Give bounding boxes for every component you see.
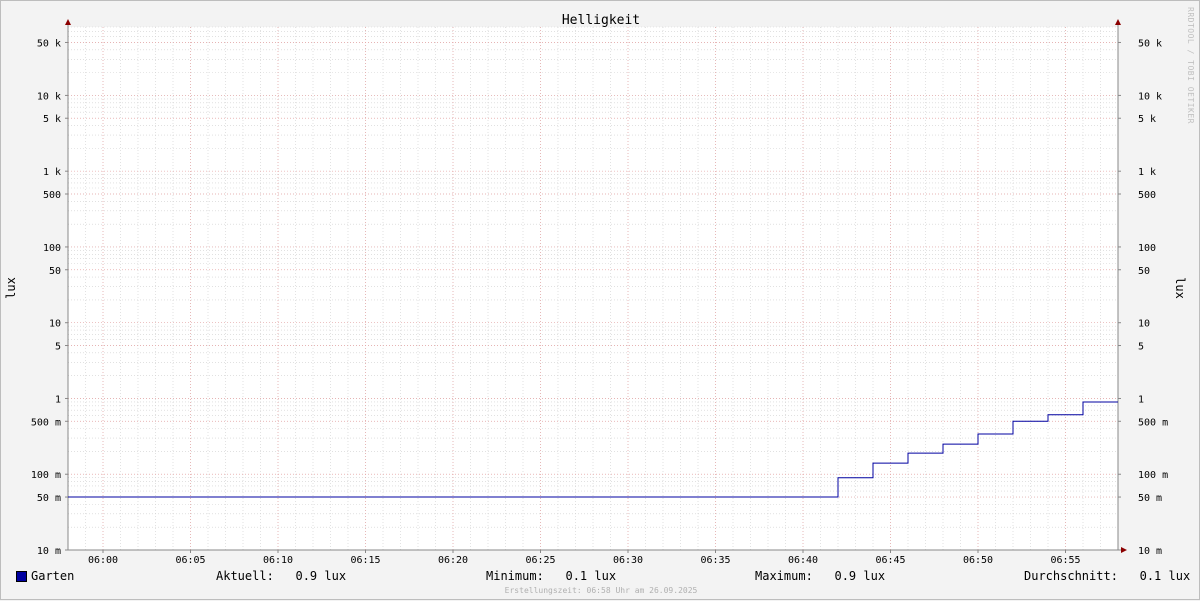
y-tick-label-right: 100 bbox=[1138, 243, 1156, 254]
y-tick-label-left: 1 k bbox=[43, 167, 61, 178]
y-tick-label-left: 50 bbox=[49, 266, 61, 277]
legend-series-name: Garten bbox=[31, 569, 74, 583]
legend-minimum: Minimum: 0.1 lux bbox=[486, 569, 616, 583]
y-axis-arrow-left bbox=[65, 19, 71, 25]
y-tick-label-right: 500 bbox=[1138, 190, 1156, 201]
y-tick-label-left: 10 k bbox=[37, 91, 61, 102]
y-tick-label-left: 1 bbox=[55, 394, 61, 405]
y-tick-label-left: 5 bbox=[55, 342, 61, 353]
y-tick-label-right: 100 m bbox=[1138, 470, 1168, 481]
y-tick-label-right: 50 bbox=[1138, 266, 1150, 277]
y-tick-label-right: 1 k bbox=[1138, 167, 1156, 178]
legend-aktuell: Aktuell: 0.9 lux bbox=[216, 569, 346, 583]
y-tick-label-right: 1 bbox=[1138, 394, 1144, 405]
x-tick-label: 06:00 bbox=[88, 555, 118, 566]
x-tick-label: 06:25 bbox=[525, 555, 555, 566]
y-tick-label-left: 10 m bbox=[37, 546, 61, 557]
x-tick-label: 06:45 bbox=[875, 555, 905, 566]
y-tick-label-left: 500 bbox=[43, 190, 61, 201]
x-tick-label: 06:35 bbox=[700, 555, 730, 566]
y-axis-label-left: lux bbox=[4, 277, 18, 299]
chart-title: Helligkeit bbox=[562, 13, 640, 28]
x-tick-label: 06:30 bbox=[613, 555, 643, 566]
rrdtool-watermark: RRDTOOL / TOBI OETIKER bbox=[1181, 7, 1195, 124]
x-tick-label: 06:20 bbox=[438, 555, 468, 566]
chart-svg: 50 k50 k10 k10 k5 k5 k1 k1 k500500100100… bbox=[1, 1, 1200, 601]
legend-maximum: Maximum: 0.9 lux bbox=[755, 569, 885, 583]
footer-timestamp: Erstellungszeit: 06:58 Uhr am 26.09.2025 bbox=[1, 586, 1200, 595]
legend-durchschnitt: Durchschnitt: 0.1 lux bbox=[1024, 569, 1190, 583]
y-tick-label-right: 5 k bbox=[1138, 114, 1156, 125]
y-tick-label-left: 100 bbox=[43, 243, 61, 254]
y-tick-label-right: 10 bbox=[1138, 319, 1150, 330]
y-tick-label-right: 10 m bbox=[1138, 546, 1162, 557]
y-tick-label-left: 50 m bbox=[37, 493, 61, 504]
x-tick-label: 06:15 bbox=[350, 555, 380, 566]
y-tick-label-right: 50 k bbox=[1138, 38, 1162, 49]
x-tick-label: 06:40 bbox=[788, 555, 818, 566]
legend-swatch bbox=[16, 571, 27, 582]
y-tick-label-right: 10 k bbox=[1138, 91, 1162, 102]
x-tick-label: 06:55 bbox=[1050, 555, 1080, 566]
x-tick-label: 06:50 bbox=[963, 555, 993, 566]
x-axis-arrow bbox=[1121, 547, 1127, 553]
y-tick-label-left: 50 k bbox=[37, 38, 61, 49]
y-axis-arrow-right bbox=[1115, 19, 1121, 25]
chart-frame: 50 k50 k10 k10 k5 k5 k1 k1 k500500100100… bbox=[0, 0, 1200, 600]
y-tick-label-left: 5 k bbox=[43, 114, 61, 125]
y-tick-label-left: 10 bbox=[49, 319, 61, 330]
x-tick-label: 06:10 bbox=[263, 555, 293, 566]
y-tick-label-left: 100 m bbox=[31, 470, 61, 481]
y-tick-label-right: 500 m bbox=[1138, 417, 1168, 428]
y-tick-label-right: 50 m bbox=[1138, 493, 1162, 504]
x-tick-label: 06:05 bbox=[175, 555, 205, 566]
y-tick-label-right: 5 bbox=[1138, 342, 1144, 353]
y-tick-label-left: 500 m bbox=[31, 417, 61, 428]
y-axis-label-right: lux bbox=[1173, 277, 1187, 299]
